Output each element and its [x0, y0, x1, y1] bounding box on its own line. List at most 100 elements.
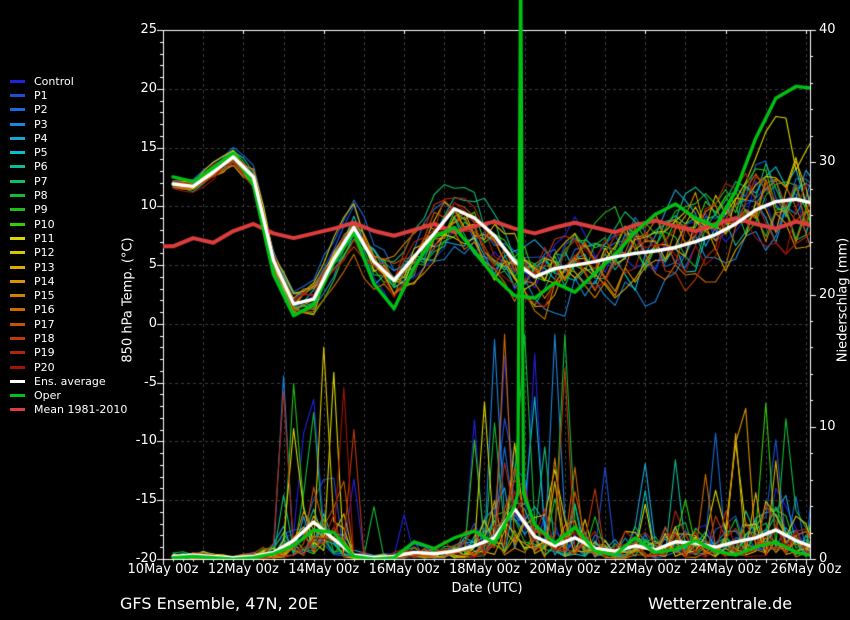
legend-swatch: [10, 380, 25, 383]
legend-swatch: [10, 237, 25, 240]
precip-tick-label: 20: [819, 287, 836, 303]
legend-label: P8: [34, 190, 48, 201]
legend-item: Oper: [10, 389, 127, 403]
legend-label: P11: [34, 233, 55, 244]
x-tick-label: 18May 00z: [439, 562, 529, 578]
temp-tick-label: 0: [119, 316, 157, 332]
legend-swatch: [10, 123, 25, 126]
legend-swatch: [10, 180, 25, 183]
legend-label: P13: [34, 262, 55, 273]
legend-swatch: [10, 137, 25, 140]
x-tick-label: 10May 00z: [118, 562, 208, 578]
legend-label: P14: [34, 276, 55, 287]
legend-swatch: [10, 308, 25, 311]
legend-item: Mean 1981-2010: [10, 403, 127, 417]
legend-item: P7: [10, 174, 127, 188]
legend-label: P20: [34, 362, 55, 373]
legend-item: P3: [10, 117, 127, 131]
x-tick-label: 12May 00z: [198, 562, 288, 578]
legend-label: P10: [34, 219, 55, 230]
temp-tick-label: -10: [119, 433, 157, 449]
precip-tick-label: 40: [819, 22, 836, 38]
legend-swatch: [10, 266, 25, 269]
legend-item: P20: [10, 360, 127, 374]
precip-tick-label: 10: [819, 419, 836, 435]
x-tick-label: 26May 00z: [761, 562, 850, 578]
temp-tick-label: 20: [119, 81, 157, 97]
legend-label: P1: [34, 90, 48, 101]
legend-label: P16: [34, 304, 55, 315]
x-tick-label: 14May 00z: [279, 562, 369, 578]
legend-swatch: [10, 337, 25, 340]
legend-swatch: [10, 323, 25, 326]
legend-item: P5: [10, 145, 127, 159]
x-tick-label: 22May 00z: [600, 562, 690, 578]
legend-item: P17: [10, 317, 127, 331]
legend-swatch: [10, 108, 25, 111]
legend-swatch: [10, 394, 25, 397]
legend-item: P12: [10, 246, 127, 260]
legend-label: Control: [34, 76, 74, 87]
legend-label: P19: [34, 347, 55, 358]
legend-item: P1: [10, 88, 127, 102]
legend-item: P19: [10, 346, 127, 360]
legend-swatch: [10, 294, 25, 297]
legend-label: P9: [34, 204, 48, 215]
legend-label: P18: [34, 333, 55, 344]
temp-tick-label: -5: [119, 375, 157, 391]
legend-item: P15: [10, 288, 127, 302]
legend-item: P11: [10, 231, 127, 245]
legend-item: P13: [10, 260, 127, 274]
legend: Control P1 P2 P3 P4 P5 P6 P7 P8 P9 P10 P11 P12 P13 P14…: [10, 74, 127, 417]
legend-swatch: [10, 280, 25, 283]
legend-item: P4: [10, 131, 127, 145]
temp-tick-label: 15: [119, 140, 157, 156]
legend-label: Oper: [34, 390, 61, 401]
legend-label: P2: [34, 104, 48, 115]
legend-label: P15: [34, 290, 55, 301]
legend-swatch: [10, 251, 25, 254]
precip-axis-title: Niederschlag (mm): [836, 238, 850, 363]
legend-label: P17: [34, 319, 55, 330]
x-tick-label: 20May 00z: [520, 562, 610, 578]
legend-item: P8: [10, 188, 127, 202]
legend-label: P12: [34, 247, 55, 258]
temp-tick-label: 25: [119, 22, 157, 38]
footer-site-label: Wetterzentrale.de: [648, 594, 792, 613]
legend-swatch: [10, 208, 25, 211]
legend-label: P7: [34, 176, 48, 187]
legend-swatch: [10, 165, 25, 168]
meteogram-page: Rákóczifalva (HU) 850 hPa Temp. & Nieder…: [0, 0, 850, 620]
legend-item: P10: [10, 217, 127, 231]
temp-tick-label: 5: [119, 257, 157, 273]
legend-item: Ens. average: [10, 374, 127, 388]
precip-tick-label: 30: [819, 154, 836, 170]
legend-label: P3: [34, 119, 48, 130]
x-tick-label: 24May 00z: [681, 562, 771, 578]
x-axis-title: Date (UTC): [451, 581, 522, 596]
legend-swatch: [10, 366, 25, 369]
legend-item: Control: [10, 74, 127, 88]
x-tick-label: 16May 00z: [359, 562, 449, 578]
legend-swatch: [10, 80, 25, 83]
legend-label: P4: [34, 133, 48, 144]
legend-item: P14: [10, 274, 127, 288]
legend-label: P5: [34, 147, 48, 158]
legend-item: P16: [10, 303, 127, 317]
legend-swatch: [10, 151, 25, 154]
legend-swatch: [10, 408, 25, 411]
temp-tick-label: -15: [119, 492, 157, 508]
legend-label: P6: [34, 161, 48, 172]
legend-swatch: [10, 94, 25, 97]
temp-tick-label: 10: [119, 198, 157, 214]
legend-label: Mean 1981-2010: [34, 404, 127, 415]
legend-swatch: [10, 223, 25, 226]
legend-swatch: [10, 351, 25, 354]
legend-item: P6: [10, 160, 127, 174]
legend-item: P2: [10, 103, 127, 117]
legend-label: Ens. average: [34, 376, 106, 387]
legend-swatch: [10, 194, 25, 197]
legend-item: P9: [10, 203, 127, 217]
legend-item: P18: [10, 331, 127, 345]
footer-model-label: GFS Ensemble, 47N, 20E: [120, 594, 318, 613]
